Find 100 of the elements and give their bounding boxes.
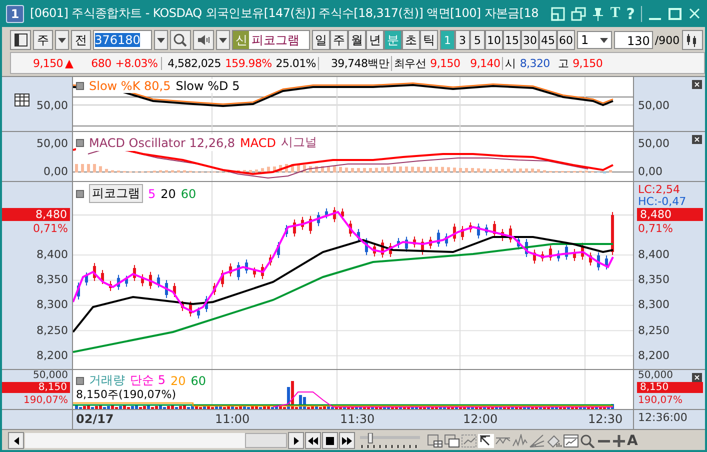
slider-thumb[interactable] [368,432,373,443]
axis-tick-label: 50,00 [638,137,670,150]
legend-label: 피코그램 [89,184,143,203]
item-field[interactable]: 신 피코그램 [232,30,310,50]
interval-tab[interactable]: 30 [520,30,539,50]
period-tab[interactable]: 일 [312,30,330,50]
panel-close-icon[interactable] [692,135,702,144]
change-label: 0,71% [33,222,68,235]
font-button[interactable]: A [627,432,638,448]
rewind-button[interactable] [305,432,321,449]
maximize-icon[interactable] [668,6,682,20]
legend-label: 60 [180,186,196,200]
quote-value: 최우선 [393,56,428,70]
period-tab[interactable]: 월 [348,30,366,50]
fast-forward-icon [342,436,352,444]
change-label: 0,71% [638,222,673,235]
close-icon[interactable] [688,7,701,20]
caret-icon [156,38,165,42]
window-number-badge: 1 [6,4,24,22]
time-label: 12:00 [463,412,498,426]
axis-tick-label: 50,00 [36,137,68,150]
legend-label: 60 [190,374,206,388]
interval-tab[interactable]: 45 [538,30,557,50]
axis-tick-label: 8,400 [638,248,670,261]
add-panel-icon[interactable] [427,434,443,448]
candle-button[interactable] [682,30,703,50]
item-name: 피코그램 [251,32,300,48]
current-time-label: 12:36:00 [638,411,688,424]
axis-tick-label: 50,000 [638,370,673,381]
period-tab[interactable]: 초 [402,30,420,50]
period-tab[interactable]: 년 [366,30,384,50]
stop-button[interactable] [322,432,338,449]
fast-forward-button[interactable] [339,432,355,449]
interval-tab[interactable]: 3 [454,30,470,50]
search-button[interactable] [170,30,192,50]
hc-label: HC:-0,47 [638,195,686,208]
quote-value: 9,140 [468,56,504,70]
grid-icon[interactable] [14,93,30,107]
zoom-slider[interactable] [360,432,422,448]
legend-label: MACD [240,136,276,150]
prev-button[interactable]: 전 [70,30,91,50]
caret-icon [600,38,608,42]
scroll-left-button[interactable] [8,432,24,449]
legend-label: 거래량 [89,372,125,389]
rewind-icon [308,436,318,444]
panel-toggle-button[interactable] [10,30,32,50]
panel-close-icon[interactable] [692,80,702,89]
title-text-button[interactable]: T [610,5,620,22]
search-icon[interactable] [580,434,596,448]
quote-value: 고 [556,56,570,70]
candle-icon [686,33,698,47]
count-input[interactable]: 130 [614,31,653,49]
axis-tick-label: 8,250 [36,324,68,337]
quote-value: +8.03% [113,56,162,70]
axis-tick-label: 8,400 [36,248,68,261]
speaker-button[interactable] [193,30,214,50]
period-tab[interactable]: 주 [330,30,348,50]
interval-tab[interactable]: 10 [484,30,503,50]
volume-tag: 8,150 [637,382,703,393]
cursor-icon[interactable] [478,434,494,448]
interval-tab[interactable]: 5 [470,30,485,50]
panel-icon [14,33,28,47]
left-arrow-icon [14,436,18,444]
zoom-in-icon[interactable] [612,434,626,448]
chart-window-icon[interactable] [563,434,579,448]
scrollbar-thumb[interactable] [245,433,287,448]
quote-value: 25.01% [274,56,319,70]
time-label: 11:00 [215,412,250,426]
title-text-button[interactable]: ? [626,4,635,22]
layout-icon[interactable] [551,6,566,20]
interval-tab[interactable]: 15 [502,30,521,50]
axis-tick-label: 0,00 [638,165,662,178]
pin-icon[interactable] [592,6,604,20]
axis-tick-label: 50,000 [33,370,68,381]
axis-tick-label: 50,00 [36,99,68,112]
overlap-panel-icon[interactable] [444,434,460,448]
dropdown-button[interactable] [216,30,230,50]
period-tab[interactable]: 틱 [420,30,438,50]
dropdown-button[interactable] [54,30,69,50]
legend-marker-icon [76,138,84,146]
multiplier-select[interactable]: 1 [576,31,612,49]
quote-value: 39,748백만 [328,56,392,70]
change-label: 190,07% [638,395,682,406]
quote-value: 9,150 [32,56,64,70]
fan-line-icon[interactable] [529,434,545,448]
dropdown-button[interactable] [154,30,168,50]
legend-marker-icon [76,190,84,198]
wave-line-icon[interactable] [512,434,528,448]
scroll-right-button[interactable] [288,432,304,449]
panel-close-icon[interactable] [692,373,702,382]
axis-tick-label: 8,350 [638,273,670,286]
windows-icon[interactable] [571,6,586,20]
code-input[interactable]: 376180 [92,30,152,50]
legend-label: 20 [160,186,176,200]
interval-tab[interactable]: 60 [556,30,575,50]
time-label: 02/17 [76,412,114,426]
axis-tick-label: 8,250 [638,324,670,337]
axis-tick-label: 8,300 [638,298,670,312]
market-select[interactable]: 주 [33,30,53,50]
eraser-icon[interactable] [546,434,562,448]
